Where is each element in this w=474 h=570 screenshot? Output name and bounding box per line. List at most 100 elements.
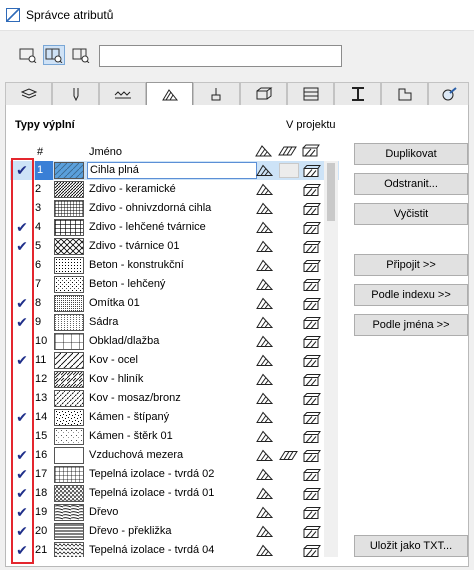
drafting-fill-icon[interactable]	[255, 277, 275, 292]
cut-fill-icon[interactable]	[301, 505, 321, 520]
drafting-fill-icon[interactable]	[255, 372, 275, 387]
cut-fill-icon[interactable]	[301, 448, 321, 463]
cut-fill-icon[interactable]	[301, 410, 321, 425]
list-item[interactable]: ✔ 18 Tepelná izolace - tvrdá 01	[10, 484, 339, 503]
scrollbar-thumb[interactable]	[327, 163, 335, 221]
list-item[interactable]: ✔ 20 Dřevo - překližka	[10, 522, 339, 541]
list-item[interactable]: 12 Kov - hliník	[10, 370, 339, 389]
list-item[interactable]: ✔ 4 Zdivo - lehčené tvárnice	[10, 218, 339, 237]
tab-pens[interactable]	[52, 82, 99, 105]
cover-fill-icon[interactable]	[278, 448, 298, 463]
fill-name: Omítka 01	[89, 297, 140, 309]
drafting-fill-icon[interactable]	[255, 391, 275, 406]
cut-fill-icon[interactable]	[301, 353, 321, 368]
drafting-fill-icon[interactable]	[254, 144, 274, 158]
drafting-fill-icon[interactable]	[255, 163, 275, 178]
list-item[interactable]: ✔ 5 Zdivo - tvárnice 01	[10, 237, 339, 256]
cut-fill-icon[interactable]	[301, 220, 321, 235]
cut-fill-icon[interactable]	[301, 315, 321, 330]
list-item[interactable]: 15 Kámen - štěrk 01	[10, 427, 339, 446]
cut-fill-icon[interactable]	[301, 239, 321, 254]
list-item[interactable]: 3 Zdivo - ohnivzdorná cihla	[10, 199, 339, 218]
tab-building-materials[interactable]	[287, 82, 334, 105]
drafting-fill-icon[interactable]	[255, 220, 275, 235]
drafting-fill-icon[interactable]	[255, 334, 275, 349]
row-index: 4	[35, 221, 42, 233]
tab-zones[interactable]	[381, 82, 428, 105]
drafting-fill-icon[interactable]	[255, 315, 275, 330]
row-index: 14	[35, 411, 48, 423]
drafting-fill-icon[interactable]	[255, 410, 275, 425]
row-index: 15	[35, 430, 48, 442]
drafting-fill-icon[interactable]	[255, 524, 275, 539]
drafting-fill-icon[interactable]	[255, 505, 275, 520]
list-item[interactable]: 2 Zdivo - keramické	[10, 180, 339, 199]
cut-fill-icon[interactable]	[301, 543, 321, 557]
column-header-number[interactable]: #	[37, 143, 43, 161]
cut-fill-icon[interactable]	[301, 258, 321, 273]
drafting-fill-icon[interactable]	[255, 258, 275, 273]
list-scrollbar[interactable]	[324, 161, 338, 557]
drafting-fill-icon[interactable]	[255, 239, 275, 254]
cut-fill-icon[interactable]	[301, 524, 321, 539]
tab-line-types[interactable]	[99, 82, 146, 105]
list-item[interactable]: 13 Kov - mosaz/bronz	[10, 389, 339, 408]
list-item[interactable]: ✔ 14 Kámen - štípaný	[10, 408, 339, 427]
list-item[interactable]: ✔ 1 Cihla plná	[10, 161, 339, 180]
cut-fill-icon[interactable]	[301, 486, 321, 501]
tab-composites[interactable]	[240, 82, 287, 105]
tab-materials[interactable]	[428, 82, 469, 105]
cut-fill-icon[interactable]	[301, 182, 321, 197]
tab-surfaces[interactable]	[193, 82, 240, 105]
save-as-txt-button[interactable]: Uložit jako TXT...	[354, 535, 468, 557]
fill-name[interactable]: Cihla plná	[87, 162, 257, 179]
fill-list[interactable]: ✔ 1 Cihla plná 2 Zdivo - keramické 3 Zdivo - o…	[10, 161, 339, 557]
remove-button[interactable]: Odstranit...	[354, 173, 468, 195]
list-item[interactable]: ✔ 21 Tepelná izolace - tvrdá 04	[10, 541, 339, 557]
list-item[interactable]: ✔ 16 Vzduchová mezera	[10, 446, 339, 465]
drafting-fill-icon[interactable]	[255, 543, 275, 557]
cut-fill-icon[interactable]	[301, 296, 321, 311]
list-item[interactable]: ✔ 17 Tepelná izolace - tvrdá 02	[10, 465, 339, 484]
list-item[interactable]: 7 Beton - lehčený	[10, 275, 339, 294]
cut-fill-icon[interactable]	[301, 372, 321, 387]
view-split-button[interactable]	[43, 45, 65, 65]
cut-fill-icon[interactable]	[301, 429, 321, 444]
drafting-fill-icon[interactable]	[255, 429, 275, 444]
by-index-button[interactable]: Podle indexu >>	[354, 284, 468, 306]
used-checkmark-icon: ✔	[16, 542, 28, 557]
drafting-fill-icon[interactable]	[255, 486, 275, 501]
cut-fill-icon[interactable]	[301, 391, 321, 406]
drafting-fill-icon[interactable]	[255, 182, 275, 197]
cover-fill-icon[interactable]	[277, 144, 297, 158]
cut-fill-icon[interactable]	[301, 201, 321, 216]
drafting-fill-icon[interactable]	[255, 448, 275, 463]
duplicate-button[interactable]: Duplikovat	[354, 143, 468, 165]
cut-fill-icon[interactable]	[301, 467, 321, 482]
search-input[interactable]	[99, 45, 342, 67]
drafting-fill-icon[interactable]	[255, 201, 275, 216]
list-item[interactable]: 6 Beton - konstrukční	[10, 256, 339, 275]
view-list-button[interactable]	[17, 45, 39, 65]
cover-fill-cell[interactable]	[279, 163, 299, 178]
list-item[interactable]: 10 Obklad/dlažba	[10, 332, 339, 351]
cut-fill-icon[interactable]	[301, 163, 321, 178]
tab-profiles[interactable]	[334, 82, 381, 105]
list-item[interactable]: ✔ 8 Omítka 01	[10, 294, 339, 313]
drafting-fill-icon[interactable]	[255, 353, 275, 368]
cut-fill-icon[interactable]	[300, 144, 320, 158]
cut-fill-icon[interactable]	[301, 334, 321, 349]
drafting-fill-icon[interactable]	[255, 467, 275, 482]
drafting-fill-icon[interactable]	[255, 296, 275, 311]
attach-button[interactable]: Připojit >>	[354, 254, 468, 276]
tab-layers[interactable]	[5, 82, 52, 105]
view-detail-button[interactable]	[70, 45, 92, 65]
cut-fill-icon[interactable]	[301, 277, 321, 292]
list-item[interactable]: ✔ 9 Sádra	[10, 313, 339, 332]
tab-fill-types[interactable]	[146, 82, 193, 106]
list-item[interactable]: ✔ 11 Kov - ocel	[10, 351, 339, 370]
by-name-button[interactable]: Podle jména >>	[354, 314, 468, 336]
column-header-name[interactable]: Jméno	[89, 143, 122, 161]
clear-button[interactable]: Vyčistit	[354, 203, 468, 225]
list-item[interactable]: ✔ 19 Dřevo	[10, 503, 339, 522]
